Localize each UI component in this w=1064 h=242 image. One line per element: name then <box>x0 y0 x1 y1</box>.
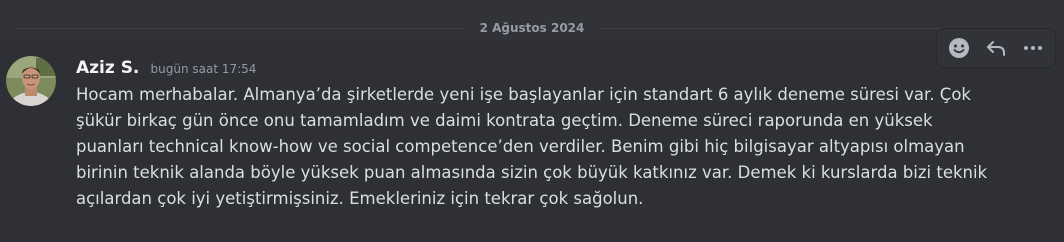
message-line: açılardan çok iyi yetiştirmişsiniz. Emek… <box>76 189 644 208</box>
message-header: Aziz S. bugün saat 17:54 <box>76 56 256 80</box>
message-line: şükür birkaç gün önce onu tamamladım ve … <box>76 111 933 130</box>
message-line: puanları technical know-how ve social co… <box>76 137 965 156</box>
message-line: birinin teknik alanda böyle yüksek puan … <box>76 163 988 182</box>
reply-icon <box>986 41 1005 56</box>
message-toolbar <box>936 28 1056 68</box>
avatar[interactable] <box>6 56 56 106</box>
message-content: Hocam merhabalar. Almanya’da şirketlerde… <box>76 82 1036 212</box>
avatar-image <box>6 56 56 106</box>
add-reaction-button[interactable] <box>943 32 975 64</box>
chat-message: Aziz S. bugün saat 17:54 Hocam merhabala… <box>0 28 1064 242</box>
reply-button[interactable] <box>980 32 1012 64</box>
chat-view: 2 Ağustos 2024 Aziz S. bugün saat 17:54 … <box>0 0 1064 242</box>
divider-date: 2 Ağustos 2024 <box>479 21 585 35</box>
message-timestamp[interactable]: bugün saat 17:54 <box>151 62 257 76</box>
date-divider: 2 Ağustos 2024 <box>0 18 1064 38</box>
divider-line-left <box>16 28 464 29</box>
more-options-icon <box>1023 46 1042 50</box>
add-reaction-icon <box>949 38 970 58</box>
username[interactable]: Aziz S. <box>76 58 139 78</box>
message-line: Hocam merhabalar. Almanya’da şirketlerde… <box>76 85 971 104</box>
more-options-button[interactable] <box>1017 32 1049 64</box>
